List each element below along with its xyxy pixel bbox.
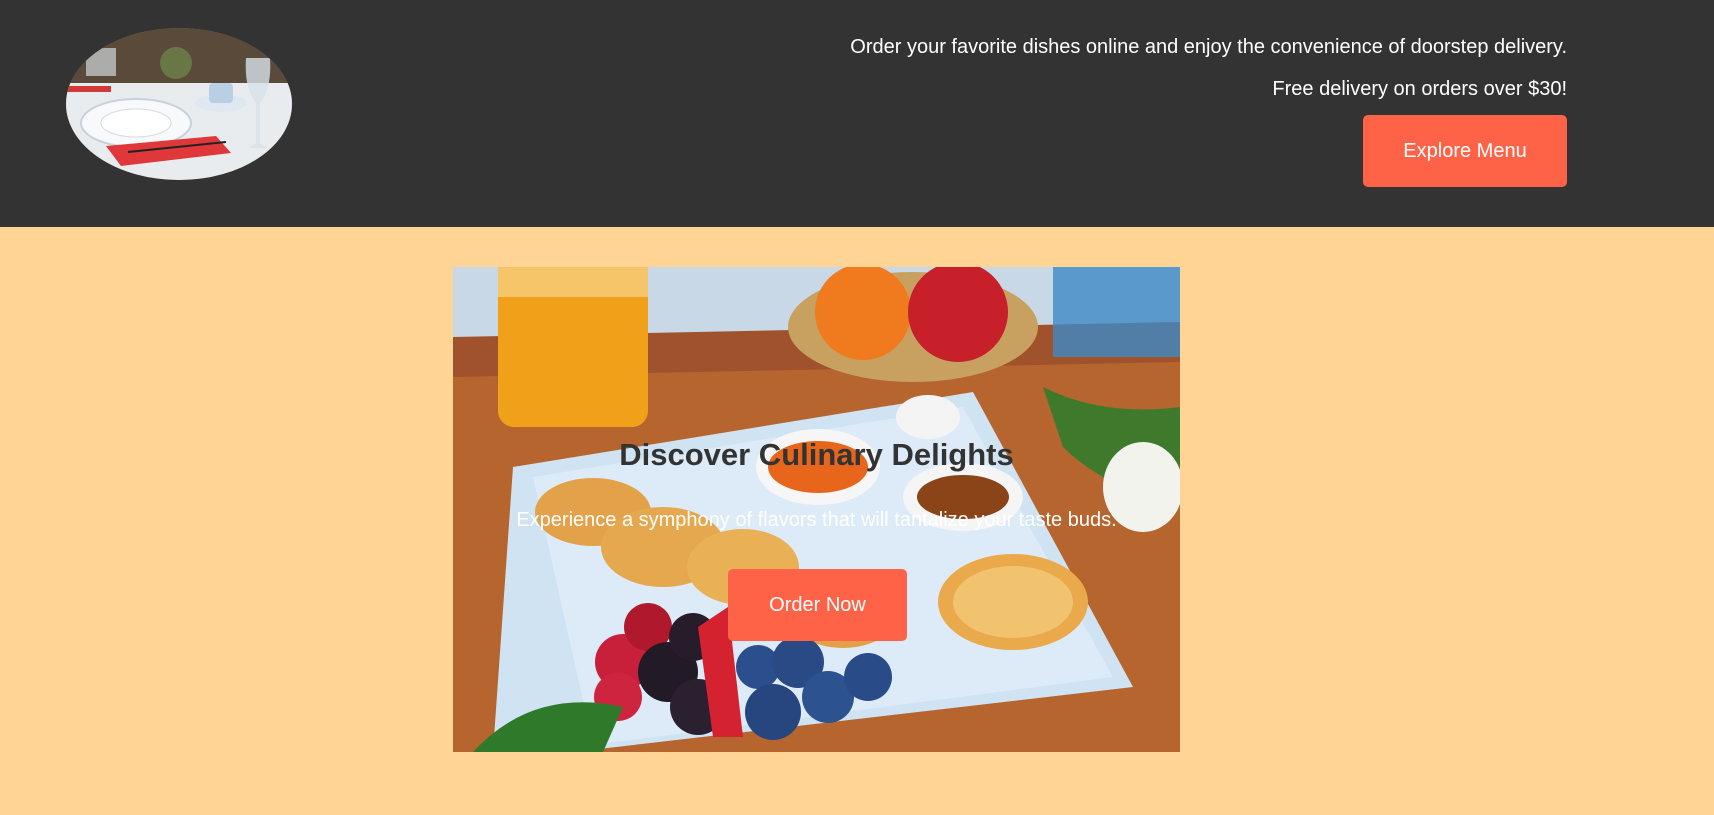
explore-menu-button[interactable]: Explore Menu <box>1363 115 1567 187</box>
site-header: Order your favorite dishes online and en… <box>0 0 1714 227</box>
restaurant-logo <box>66 28 292 180</box>
table-setting-image <box>66 28 292 180</box>
hero-content: Discover Culinary Delights Experience a … <box>453 267 1180 752</box>
hero-subtitle: Experience a symphony of flavors that wi… <box>516 509 1117 531</box>
hero-title: Discover Culinary Delights <box>619 437 1014 472</box>
header-text: Order your favorite dishes online and en… <box>850 32 1567 104</box>
order-now-button[interactable]: Order Now <box>728 569 907 641</box>
tagline: Order your favorite dishes online and en… <box>850 36 1567 58</box>
promo-text: Free delivery on orders over $30! <box>1272 78 1567 100</box>
hero-banner: Discover Culinary Delights Experience a … <box>453 267 1180 752</box>
